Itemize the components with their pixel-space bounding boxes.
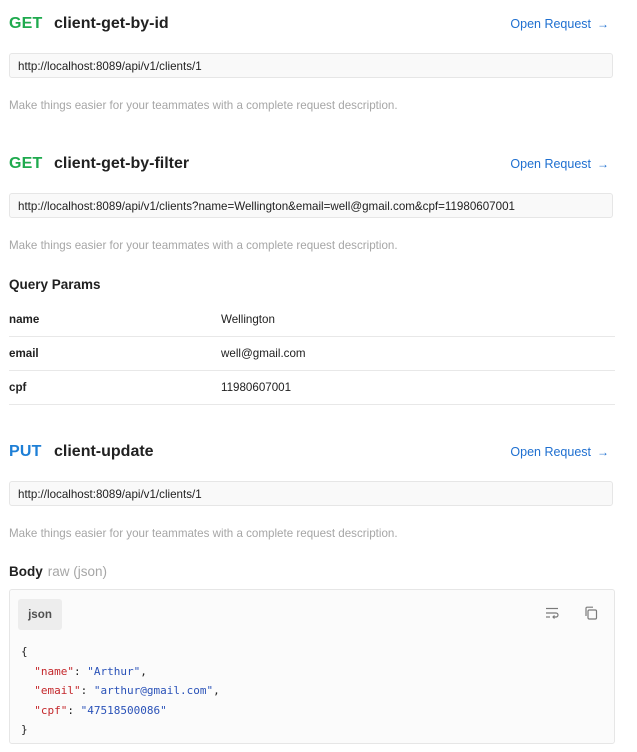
query-param-row: email well@gmail.com: [9, 337, 615, 371]
body-mode: raw (json): [47, 564, 108, 579]
json-value: "arthur@gmail.com": [93, 684, 214, 697]
request-url[interactable]: http://localhost:8089/api/v1/clients/1: [9, 481, 613, 506]
code-line: }: [21, 723, 28, 736]
param-value: 11980607001: [221, 381, 292, 394]
json-code: { "name": "Arthur", "email": "arthur@gma…: [21, 642, 220, 740]
open-request-link[interactable]: Open Request →: [510, 17, 609, 31]
query-param-row: name Wellington: [9, 303, 615, 337]
json-key: "email": [34, 684, 81, 697]
param-value: Wellington: [221, 313, 275, 326]
json-key: "name": [34, 664, 74, 678]
request-name: client-get-by-filter: [54, 155, 190, 172]
method-badge: GET: [9, 155, 43, 172]
request-url[interactable]: http://localhost:8089/api/v1/clients?nam…: [9, 193, 613, 218]
request-client-get-by-filter: GET client-get-by-filter Open Request → h…: [9, 152, 615, 405]
method-badge: PUT: [9, 443, 42, 460]
param-key: name: [9, 313, 40, 326]
query-param-row: cpf 11980607001: [9, 371, 615, 405]
json-separator: :: [74, 664, 88, 678]
param-value: well@gmail.com: [221, 347, 306, 360]
request-description: Make things easier for your teammates wi…: [9, 527, 398, 540]
request-client-update: PUT client-update Open Request → http://l…: [9, 440, 615, 744]
open-request-link[interactable]: Open Request →: [510, 445, 609, 459]
json-key: "cpf": [34, 703, 68, 717]
json-separator: :: [67, 703, 81, 717]
json-punct: ,: [140, 664, 147, 678]
arrow-right-icon: →: [597, 157, 609, 171]
param-key: cpf: [9, 381, 27, 394]
request-header: GET client-get-by-id Open Request →: [9, 12, 615, 38]
code-line: {: [21, 645, 28, 658]
wrap-lines-icon[interactable]: [544, 605, 560, 621]
request-client-get-by-id: GET client-get-by-id Open Request → http:…: [9, 12, 615, 112]
body-title: Body raw (json): [9, 564, 107, 579]
request-header: GET client-get-by-filter Open Request →: [9, 152, 615, 178]
query-params-title: Query Params: [9, 277, 101, 292]
copy-icon[interactable]: [583, 605, 599, 621]
json-value: "47518500086": [80, 703, 167, 717]
arrow-right-icon: →: [597, 445, 609, 459]
json-separator: :: [80, 684, 94, 697]
json-value: "Arthur": [87, 664, 141, 678]
param-key: email: [9, 347, 39, 360]
body-code-block: json { "name": "Arthur", "email": "arthu…: [9, 589, 615, 744]
language-tab[interactable]: json: [18, 599, 62, 630]
arrow-right-icon: →: [597, 17, 609, 31]
open-request-link[interactable]: Open Request →: [510, 157, 609, 171]
method-badge: GET: [9, 15, 43, 32]
api-documentation-page: GET client-get-by-id Open Request → http:…: [0, 0, 637, 752]
open-request-label: Open Request: [510, 17, 591, 31]
open-request-label: Open Request: [510, 157, 591, 171]
request-description: Make things easier for your teammates wi…: [9, 99, 398, 112]
request-description: Make things easier for your teammates wi…: [9, 239, 398, 252]
body-label: Body: [9, 564, 43, 579]
request-name: client-update: [54, 443, 154, 460]
query-params-table: name Wellington email well@gmail.com cpf…: [9, 303, 615, 405]
request-url[interactable]: http://localhost:8089/api/v1/clients/1: [9, 53, 613, 78]
open-request-label: Open Request: [510, 445, 591, 459]
request-header: PUT client-update Open Request →: [9, 440, 615, 466]
request-name: client-get-by-id: [54, 15, 169, 32]
json-punct: ,: [213, 684, 220, 697]
